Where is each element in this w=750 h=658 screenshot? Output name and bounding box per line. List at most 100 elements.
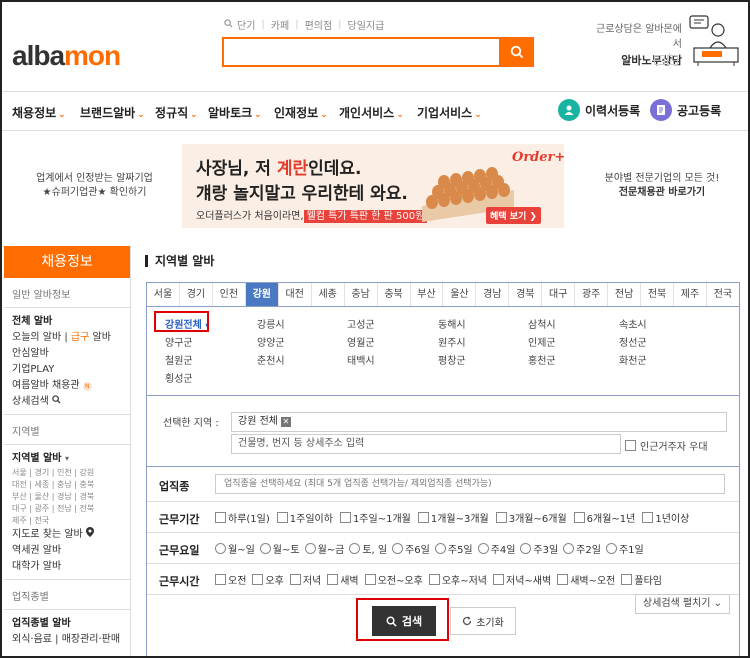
time-option[interactable]: 새벽~오전: [557, 572, 615, 587]
banner-benefit-button[interactable]: 혜택 보기 ❯: [486, 207, 541, 224]
sidebar-item-jobtype-sub[interactable]: 외식·음료 | 매장관리·판매: [4, 632, 130, 648]
tab-gyeongnam[interactable]: 경남: [476, 283, 510, 306]
prev-arrow-icon[interactable]: ‹: [654, 55, 665, 65]
order-plus-banner[interactable]: 사장님, 저 계란인데요. 걔랑 놀지말고 우리한테 와요. 오더플러스가 처음…: [182, 144, 564, 228]
tab-daejeon[interactable]: 대전: [279, 283, 312, 306]
subregion-item[interactable]: 삼척시: [528, 316, 556, 331]
quick-link-sameday[interactable]: 당일지급: [348, 17, 385, 32]
tab-ulsan[interactable]: 울산: [443, 283, 477, 306]
days-option[interactable]: 월~일: [215, 541, 255, 556]
period-option[interactable]: 6개월~1년: [573, 510, 635, 525]
period-option[interactable]: 1년이상: [642, 510, 689, 525]
nav-item-personal[interactable]: 개인서비스 ⌄: [339, 104, 404, 121]
tab-gyeonggi[interactable]: 경기: [180, 283, 213, 306]
nav-item-talk[interactable]: 알바토크 ⌄: [208, 104, 262, 121]
subregion-item[interactable]: 태백시: [347, 352, 375, 367]
sidebar-region-row-1[interactable]: 서울 | 경기 | 인천 | 강원: [4, 467, 130, 479]
reset-button[interactable]: 초기화: [450, 607, 516, 635]
sidebar-item-detail-search[interactable]: 상세검색: [4, 394, 130, 410]
sidebar-item-station[interactable]: 역세권 알바: [4, 543, 130, 559]
days-option[interactable]: 주1일: [605, 541, 644, 556]
subregion-item[interactable]: 속초시: [619, 316, 647, 331]
sidebar-region-row-5[interactable]: 제주 | 전국: [4, 515, 130, 527]
sidebar-item-safe[interactable]: 안심알바: [4, 346, 130, 362]
time-option[interactable]: 저녁: [289, 572, 321, 587]
sidebar-region-row-2[interactable]: 대전 | 세종 | 충남 | 충북: [4, 479, 130, 491]
nav-item-talent[interactable]: 인재정보 ⌄: [274, 104, 328, 121]
subregion-item[interactable]: 영월군: [347, 334, 375, 349]
nearby-resident-checkbox[interactable]: 인근거주자 우대: [625, 438, 708, 453]
sidebar-item-play[interactable]: 기업PLAY: [4, 362, 130, 378]
main-search-input[interactable]: [222, 37, 534, 67]
albamon-logo[interactable]: albamon: [12, 40, 121, 72]
tab-jeju[interactable]: 제주: [674, 283, 707, 306]
super-company-ad[interactable]: 업계에서 인정받는 알짜기업 ★슈퍼기업관★ 확인하기: [12, 172, 177, 200]
sidebar-item-urgent[interactable]: 급구: [71, 332, 89, 343]
tab-busan[interactable]: 부산: [411, 283, 444, 306]
subregion-item[interactable]: 강릉시: [257, 316, 285, 331]
tab-gyeongbuk[interactable]: 경북: [509, 283, 543, 306]
time-option[interactable]: 저녁~새벽: [493, 572, 551, 587]
subregion-item[interactable]: 횡성군: [165, 370, 193, 385]
tab-chungnam[interactable]: 충남: [345, 283, 378, 306]
subregion-item[interactable]: 춘천시: [257, 352, 285, 367]
specialty-hiring-ad[interactable]: 분야별 전문기업의 모든 것! 전문채용관 바로가기: [582, 172, 742, 200]
subregion-item[interactable]: 인제군: [528, 334, 556, 349]
subregion-item[interactable]: 고성군: [347, 316, 375, 331]
tab-nationwide[interactable]: 전국: [707, 283, 739, 306]
job-post-button[interactable]: 공고등록: [650, 99, 721, 121]
sidebar-item-all[interactable]: 전체 알바: [4, 314, 130, 330]
days-option[interactable]: 주4일: [477, 541, 515, 556]
resume-register-button[interactable]: 이력서등록: [558, 99, 640, 121]
subregion-item[interactable]: 동해시: [438, 316, 466, 331]
days-option[interactable]: 토, 일: [349, 541, 387, 556]
nav-item-jobs[interactable]: 채용정보 ⌄: [12, 104, 66, 121]
sidebar-region-row-4[interactable]: 대구 | 광주 | 전남 | 전북: [4, 503, 130, 515]
quick-link-store[interactable]: 편의점: [305, 17, 333, 32]
quick-link-short[interactable]: 단기: [237, 17, 255, 32]
days-option[interactable]: 월~토: [259, 541, 300, 556]
sidebar-item-jobtype[interactable]: 업직종별 알바: [4, 616, 130, 632]
days-option[interactable]: 주2일: [563, 541, 601, 556]
time-option[interactable]: 새벽: [327, 572, 359, 587]
tab-chungbuk[interactable]: 충북: [378, 283, 411, 306]
days-option[interactable]: 주3일: [520, 541, 558, 556]
sidebar-item-map[interactable]: 지도로 찾는 알바: [4, 527, 130, 543]
nav-item-brand[interactable]: 브랜드알바 ⌄: [80, 104, 145, 121]
time-option[interactable]: 오후: [252, 572, 284, 587]
remove-chip-icon[interactable]: ✕: [280, 417, 291, 427]
sidebar-region-row-3[interactable]: 부산 | 울산 | 경남 | 경북: [4, 491, 130, 503]
sidebar-item-summer[interactable]: 여름알바 채용관 N: [4, 378, 130, 394]
subregion-item[interactable]: 양양군: [257, 334, 285, 349]
next-arrow-icon[interactable]: ›: [667, 55, 678, 65]
days-option[interactable]: 주5일: [434, 541, 473, 556]
time-option[interactable]: 오후~저녁: [428, 572, 487, 587]
tab-gwangju[interactable]: 광주: [575, 283, 609, 306]
subregion-item[interactable]: 철원군: [165, 352, 193, 367]
nav-item-company[interactable]: 기업서비스 ⌄: [417, 104, 482, 121]
tab-gangwon[interactable]: 강원: [245, 283, 279, 306]
tab-incheon[interactable]: 인천: [213, 283, 246, 306]
checkbox-icon[interactable]: [625, 440, 636, 451]
days-option[interactable]: 주6일: [392, 541, 430, 556]
tab-jeonbuk[interactable]: 전북: [641, 283, 674, 306]
sidebar-item-today[interactable]: 오늘의 알바 | 급구 알바: [4, 330, 130, 346]
subregion-item[interactable]: 정선군: [619, 334, 647, 349]
expand-detail-search-button[interactable]: 상세검색 펼치기 ⌄: [635, 594, 730, 614]
tab-daegu[interactable]: 대구: [542, 283, 576, 306]
subregion-item[interactable]: 양구군: [165, 334, 193, 349]
subregion-item[interactable]: 원주시: [438, 334, 466, 349]
jobtype-select-input[interactable]: 업직종을 선택하세요 (최대 5개 업직종 선택가능/ 제외업직종 선택가능): [215, 474, 725, 494]
nav-item-fulltime[interactable]: 정규직 ⌄: [155, 104, 198, 121]
period-option[interactable]: 1주일이하: [276, 510, 333, 525]
sidebar-item-campus[interactable]: 대학가 알바: [4, 559, 130, 575]
days-option[interactable]: 월~금: [304, 541, 344, 556]
tab-seoul[interactable]: 서울: [147, 283, 180, 306]
time-option[interactable]: 오전~오후: [364, 572, 423, 587]
period-option[interactable]: 1개월~3개월: [417, 510, 489, 525]
period-option[interactable]: 1주일~1개월: [339, 510, 411, 525]
tab-sejong[interactable]: 세종: [312, 283, 345, 306]
main-search-button[interactable]: [499, 37, 534, 67]
quick-link-cafe[interactable]: 카페: [271, 17, 289, 32]
time-option[interactable]: 오전: [215, 572, 246, 587]
